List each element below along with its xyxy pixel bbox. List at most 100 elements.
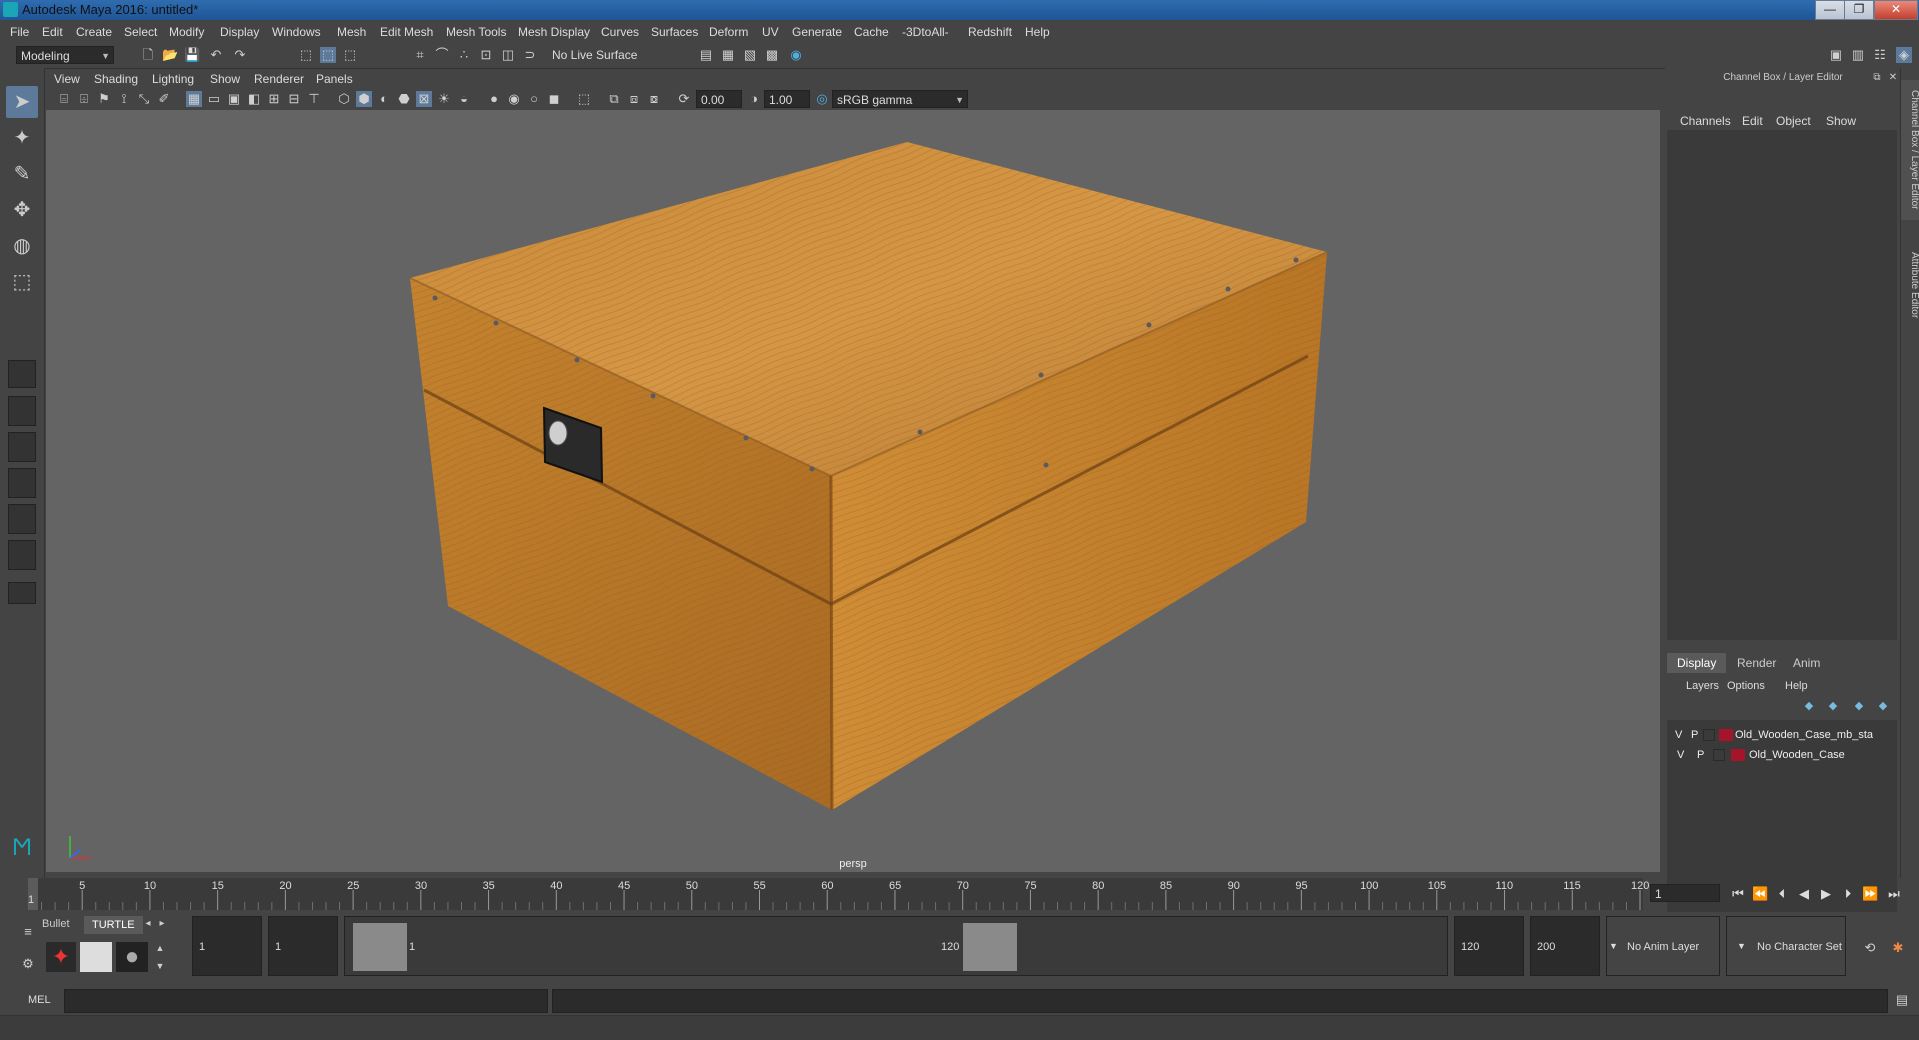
channels-menu[interactable]: Channels xyxy=(1680,114,1731,128)
move-layer-down-icon[interactable]: ◆ xyxy=(1825,698,1841,714)
exposure-icon[interactable]: ⟳ xyxy=(676,91,692,107)
shelf-scroll-down-icon[interactable]: ▼ xyxy=(152,958,168,974)
menu-windows[interactable]: Windows xyxy=(272,25,321,39)
rotate-tool-icon[interactable]: ◍ xyxy=(6,230,38,262)
toggle-toolbox-icon[interactable]: ▥ xyxy=(1850,47,1866,63)
minimize-button[interactable]: — xyxy=(1815,0,1845,20)
safe-title-icon[interactable]: ⊤ xyxy=(306,91,322,107)
2d-pan-zoom-icon[interactable]: ⤡ xyxy=(136,91,152,107)
redo-icon[interactable]: ↷ xyxy=(232,47,248,63)
auto-key-icon[interactable]: ⟲ xyxy=(1862,940,1878,956)
menu-deform[interactable]: Deform xyxy=(709,25,748,39)
color-management-icon[interactable]: ◎ xyxy=(814,91,830,107)
step-forward-key-icon[interactable]: ⏵ xyxy=(1840,886,1856,902)
toggle-outliner-icon[interactable]: ☷ xyxy=(1872,47,1888,63)
render-current-icon[interactable]: ▦ xyxy=(720,47,736,63)
snap-point-icon[interactable]: ∴ xyxy=(456,47,472,63)
turtle-bake-icon[interactable] xyxy=(80,942,112,972)
layer-playback-toggle[interactable]: P xyxy=(1691,729,1698,741)
step-back-icon[interactable]: ⏪ xyxy=(1752,886,1768,902)
turtle-sphere-icon[interactable]: ● xyxy=(116,942,148,972)
persp-outliner-layout-icon[interactable] xyxy=(8,504,36,534)
field-chart-icon[interactable]: ⊞ xyxy=(266,91,282,107)
panel-menu-lighting[interactable]: Lighting xyxy=(152,72,194,86)
close-button[interactable]: ✕ xyxy=(1874,0,1918,20)
isolate-select-icon[interactable]: ⬚ xyxy=(576,91,592,107)
current-frame-field[interactable]: 1 xyxy=(1650,884,1720,902)
open-scene-icon[interactable]: 📂 xyxy=(162,47,178,63)
image-plane-icon[interactable]: ⟟ xyxy=(116,91,132,107)
render-settings-icon[interactable]: ▤ xyxy=(698,47,714,63)
motion-blur-icon[interactable]: ◉ xyxy=(506,91,522,107)
channel-edit-menu[interactable]: Edit xyxy=(1742,114,1763,128)
snap-curve-icon[interactable]: ⌒ xyxy=(434,47,450,63)
layer-color-swatch[interactable] xyxy=(1731,749,1745,761)
gate-mask-icon[interactable]: ◧ xyxy=(246,91,262,107)
layer-row[interactable]: V P Old_Wooden_Case_mb_sta xyxy=(1671,726,1893,744)
menu-create[interactable]: Create xyxy=(76,25,112,39)
depth-of-field-icon[interactable]: ◼ xyxy=(546,91,562,107)
scene-start-field[interactable]: 1 xyxy=(192,916,262,976)
menu-display[interactable]: Display xyxy=(220,25,259,39)
gamma-icon[interactable]: ◑ xyxy=(746,91,762,107)
tab-display[interactable]: Display xyxy=(1667,653,1727,673)
hypershade-icon[interactable]: ◉ xyxy=(788,47,804,63)
menu-uv[interactable]: UV xyxy=(762,25,779,39)
channel-show-menu[interactable]: Show xyxy=(1826,114,1856,128)
tab-attribute-editor[interactable]: Attribute Editor xyxy=(1901,230,1919,340)
menu-edit-mesh[interactable]: Edit Mesh xyxy=(380,25,433,39)
layer-color-swatch[interactable] xyxy=(1719,729,1733,741)
snap-view-icon[interactable]: ⊡ xyxy=(478,47,494,63)
shelf-tab-bullet[interactable]: Bullet xyxy=(42,918,70,930)
textured-icon[interactable]: ⊠ xyxy=(416,91,432,107)
step-forward-icon[interactable]: ⏩ xyxy=(1862,886,1878,902)
snap-surface-icon[interactable]: ◫ xyxy=(500,47,516,63)
layers-menu[interactable]: Layers xyxy=(1686,680,1719,692)
turtle-render-icon[interactable]: ✦ xyxy=(46,942,76,972)
shelf-next-icon[interactable]: ▸ xyxy=(154,916,170,932)
menu-mesh[interactable]: Mesh xyxy=(337,25,366,39)
select-object-icon[interactable]: ⬚ xyxy=(320,47,336,63)
xray-icon[interactable]: ⧉ xyxy=(606,91,622,107)
live-surface-label[interactable]: No Live Surface xyxy=(552,48,637,62)
panel-menu-shading[interactable]: Shading xyxy=(94,72,138,86)
shelf-scroll-up-icon[interactable]: ▲ xyxy=(152,940,168,956)
workspace-icon[interactable]: ▣ xyxy=(1828,47,1844,63)
xray-active-icon[interactable]: ⧈ xyxy=(626,91,642,107)
step-back-key-icon[interactable]: ⏴ xyxy=(1774,886,1790,902)
maximize-button[interactable]: ❐ xyxy=(1844,0,1874,20)
menu-3dtoall[interactable]: -3DtoAll- xyxy=(902,25,949,39)
playback-start-field[interactable]: 1 xyxy=(268,916,338,976)
camera-attr-icon[interactable]: ⌹ xyxy=(76,91,92,107)
range-slider[interactable]: 1 120 xyxy=(344,916,1448,976)
persp-graph-layout-icon[interactable] xyxy=(8,468,36,498)
multisample-aa-icon[interactable]: ○ xyxy=(526,91,542,107)
layer-row[interactable]: V P Old_Wooden_Case xyxy=(1671,746,1893,764)
layer-type-toggle[interactable] xyxy=(1713,749,1725,761)
camera-icon[interactable]: ⌸ xyxy=(56,91,72,107)
channel-list[interactable] xyxy=(1667,130,1897,640)
scene-end-field[interactable]: 200 xyxy=(1530,916,1600,976)
go-to-end-icon[interactable]: ⏭ xyxy=(1886,886,1902,902)
resolution-gate-icon[interactable]: ▣ xyxy=(226,91,242,107)
screen-space-ao-icon[interactable]: ● xyxy=(486,91,502,107)
shelf-tab-turtle[interactable]: TURTLE xyxy=(84,916,143,934)
panel-menu-renderer[interactable]: Renderer xyxy=(254,72,304,86)
new-layer-icon[interactable]: ◆ xyxy=(1851,698,1867,714)
select-component-icon[interactable]: ⬚ xyxy=(342,47,358,63)
shelf-settings-icon[interactable]: ⚙ xyxy=(20,956,36,972)
smooth-shade-icon[interactable]: ⬢ xyxy=(356,91,372,107)
move-layer-up-icon[interactable]: ◆ xyxy=(1801,698,1817,714)
wireframe-icon[interactable]: ⬡ xyxy=(336,91,352,107)
snap-grid-icon[interactable]: ⌗ xyxy=(412,47,428,63)
render-view-icon[interactable]: ▩ xyxy=(764,47,780,63)
tab-channel-box-layer-editor[interactable]: Channel Box / Layer Editor xyxy=(1901,80,1919,220)
animation-prefs-icon[interactable]: ✱ xyxy=(1890,940,1906,956)
exposure-field[interactable]: 0.00 xyxy=(696,90,742,108)
menu-file[interactable]: File xyxy=(10,25,29,39)
xray-joints-icon[interactable]: ⧇ xyxy=(646,91,662,107)
layer-visibility-toggle[interactable]: V xyxy=(1677,749,1684,761)
scale-tool-icon[interactable]: ⬚ xyxy=(6,266,38,298)
menu-edit[interactable]: Edit xyxy=(42,25,63,39)
custom-layout-icon[interactable] xyxy=(8,540,36,570)
